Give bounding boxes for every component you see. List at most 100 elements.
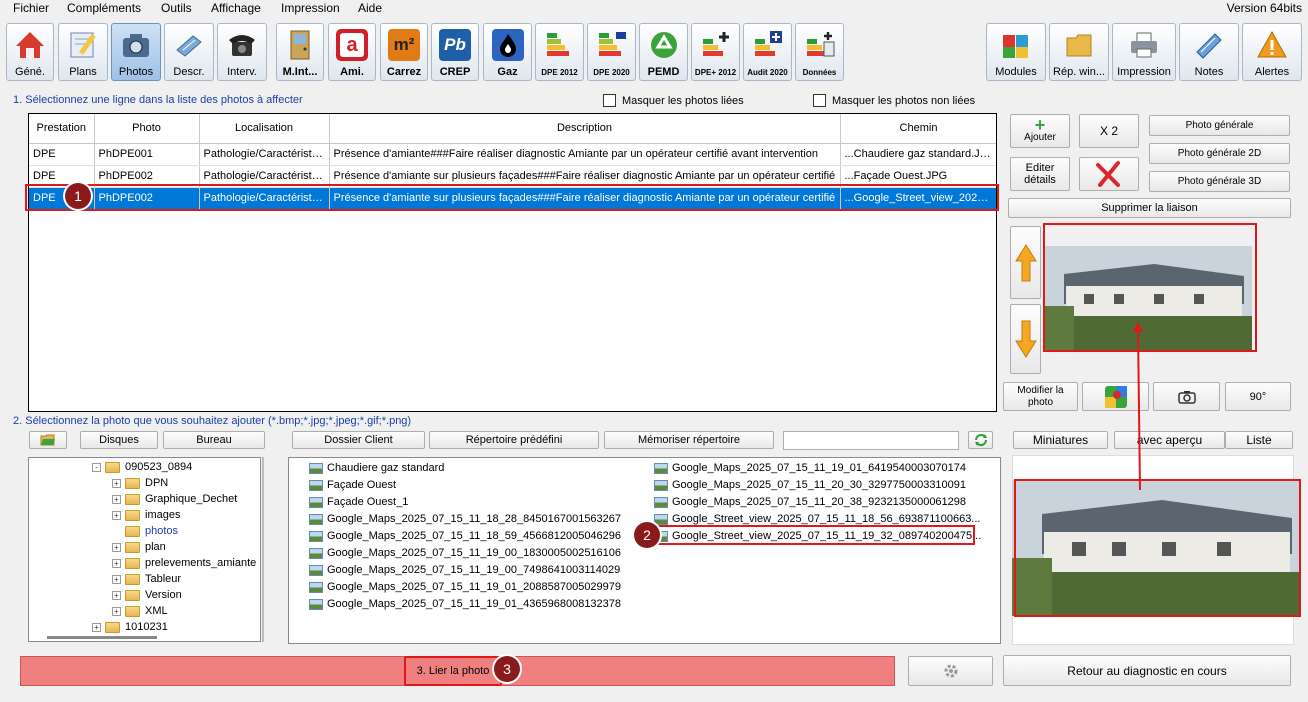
expand-toggle-icon[interactable]: + (112, 574, 121, 584)
hide-unlinked-checkbox[interactable] (813, 94, 826, 107)
menu-impression[interactable]: Impression (281, 1, 340, 15)
move-up-button[interactable] (1010, 226, 1041, 299)
camera-capture-button[interactable] (1153, 382, 1220, 411)
module-gaz-button[interactable]: Gaz (483, 23, 532, 81)
descr-button[interactable]: Descr. (164, 23, 214, 81)
move-down-button[interactable] (1010, 304, 1041, 374)
table-row-selected[interactable]: DPE PhDPE002 Pathologie/Caractéristiques… (29, 187, 996, 210)
module-mint-button[interactable]: M.Int... (276, 23, 324, 81)
menu-complements[interactable]: Compléments (67, 1, 141, 15)
file-item[interactable]: Google_Maps_2025_07_15_11_19_01_64195400… (654, 460, 966, 476)
settings-button[interactable] (908, 656, 993, 686)
file-item[interactable]: Google_Street_view_2025_07_15_11_19_32_0… (654, 528, 981, 544)
plans-button[interactable]: Plans (58, 23, 108, 81)
expand-toggle-icon[interactable]: + (112, 590, 121, 600)
tree-item[interactable]: + prelevements_amiante (112, 555, 256, 571)
open-folder-button[interactable] (29, 431, 67, 449)
memoriser-repertoire-button[interactable]: Mémoriser répertoire (604, 431, 774, 449)
col-localisation[interactable]: Localisation (199, 114, 330, 144)
photo-generale-button[interactable]: Photo générale (1149, 115, 1290, 136)
notes-icon (1191, 27, 1227, 63)
module-pemd-button[interactable]: PEMD (639, 23, 688, 81)
expand-toggle-icon[interactable]: + (112, 606, 121, 616)
module-audit2020-button[interactable]: Audit 2020 (743, 23, 792, 81)
supprimer-liaison-button[interactable]: Supprimer la liaison (1008, 198, 1291, 218)
repertoire-predefini-button[interactable]: Répertoire prédéfini (429, 431, 599, 449)
tree-hscroll-thumb[interactable] (47, 636, 157, 639)
alertes-button[interactable]: Alertes (1242, 23, 1302, 81)
photos-button[interactable]: Photos (111, 23, 161, 81)
file-item[interactable]: Google_Maps_2025_07_15_11_18_28_84501670… (309, 511, 621, 527)
rep-win-button[interactable]: Rép. win... (1049, 23, 1109, 81)
file-item[interactable]: Façade Ouest_1 (309, 494, 408, 510)
refresh-button[interactable] (968, 431, 993, 449)
expand-toggle-icon[interactable]: - (92, 462, 101, 472)
miniatures-button[interactable]: Miniatures (1013, 431, 1108, 449)
tree-item[interactable]: + Tableur (112, 571, 181, 587)
file-item[interactable]: Google_Maps_2025_07_15_11_19_01_20885870… (309, 579, 621, 595)
ajouter-button[interactable]: + Ajouter (1010, 114, 1070, 148)
tree-item[interactable]: photos (112, 523, 178, 539)
tree-item[interactable]: + Version (112, 587, 182, 603)
file-item[interactable]: Google_Maps_2025_07_15_11_19_00_74986410… (309, 562, 620, 578)
tree-item[interactable]: - 090523_0894 (92, 459, 192, 475)
x2-button[interactable]: X 2 (1079, 114, 1139, 148)
module-crep-button[interactable]: Pb CREP (431, 23, 479, 81)
file-item[interactable]: Google_Maps_2025_07_15_11_20_30_32977500… (654, 477, 966, 493)
expand-toggle-icon[interactable]: + (92, 622, 101, 632)
table-row[interactable]: DPE PhDPE001 Pathologie/Caractéristiques… (29, 143, 996, 166)
col-prestation[interactable]: Prestation (29, 114, 95, 144)
file-item[interactable]: Façade Ouest (309, 477, 396, 493)
file-item[interactable]: Google_Street_view_2025_07_15_11_18_56_6… (654, 511, 980, 527)
delete-button[interactable] (1079, 157, 1139, 191)
file-item[interactable]: Google_Maps_2025_07_15_11_19_01_43659680… (309, 596, 621, 612)
liste-button[interactable]: Liste (1225, 431, 1293, 449)
col-chemin[interactable]: Chemin (840, 114, 996, 144)
modules-button[interactable]: Modules (986, 23, 1046, 81)
bureau-button[interactable]: Bureau (163, 431, 265, 449)
interv-button[interactable]: Interv. (217, 23, 267, 81)
dossier-client-button[interactable]: Dossier Client (292, 431, 425, 449)
file-item[interactable]: Chaudiere gaz standard (309, 460, 444, 476)
disques-button[interactable]: Disques (80, 431, 158, 449)
file-item[interactable]: Google_Maps_2025_07_15_11_19_00_18300050… (309, 545, 621, 561)
tree-item[interactable]: +1010231 (92, 619, 168, 635)
menu-outils[interactable]: Outils (161, 1, 192, 15)
tree-item[interactable]: + DPN (112, 475, 168, 491)
gene-button[interactable]: Géné. (6, 23, 54, 81)
hide-linked-checkbox[interactable] (603, 94, 616, 107)
rotate-90-button[interactable]: 90° (1225, 382, 1291, 411)
tree-item[interactable]: + Graphique_Dechet (112, 491, 237, 507)
expand-toggle-icon[interactable]: + (112, 542, 121, 552)
tree-item[interactable]: + images (112, 507, 180, 523)
path-input[interactable] (783, 431, 959, 450)
module-donnees-button[interactable]: Données (795, 23, 844, 81)
file-item[interactable]: Google_Maps_2025_07_15_11_20_38_92321350… (654, 494, 966, 510)
expand-toggle-icon[interactable]: + (112, 510, 121, 520)
module-dpe-plus-2012-button[interactable]: DPE+ 2012 (691, 23, 740, 81)
col-photo[interactable]: Photo (94, 114, 200, 144)
tree-item[interactable]: + plan (112, 539, 166, 555)
impression-button[interactable]: Impression (1112, 23, 1176, 81)
module-dpe2012-button[interactable]: DPE 2012 (535, 23, 584, 81)
retour-diagnostic-button[interactable]: Retour au diagnostic en cours (1003, 655, 1291, 686)
expand-toggle-icon[interactable]: + (112, 558, 121, 568)
menu-affichage[interactable]: Affichage (211, 1, 261, 15)
col-description[interactable]: Description (329, 114, 841, 144)
photo-generale-3d-button[interactable]: Photo générale 3D (1149, 171, 1290, 192)
file-item[interactable]: Google_Maps_2025_07_15_11_18_59_45668120… (309, 528, 621, 544)
module-carrez-button[interactable]: m² Carrez (380, 23, 428, 81)
expand-toggle-icon[interactable]: + (112, 494, 121, 504)
menu-aide[interactable]: Aide (358, 1, 382, 15)
photo-generale-2d-button[interactable]: Photo générale 2D (1149, 143, 1290, 164)
expand-toggle-icon[interactable]: + (112, 478, 121, 488)
modifier-photo-button[interactable]: Modifier la photo (1003, 382, 1078, 411)
module-ami-button[interactable]: a Ami. (328, 23, 376, 81)
menu-fichier[interactable]: Fichier (13, 1, 49, 15)
lier-photo-button[interactable]: 3. Lier la photo (404, 656, 502, 686)
module-dpe2020-button[interactable]: DPE 2020 (587, 23, 636, 81)
table-row[interactable]: DPE PhDPE002 Pathologie/Caractéristiques… (29, 165, 996, 188)
notes-button[interactable]: Notes (1179, 23, 1239, 81)
editer-details-button[interactable]: Editer détails (1010, 157, 1070, 191)
tree-item[interactable]: + XML (112, 603, 168, 619)
